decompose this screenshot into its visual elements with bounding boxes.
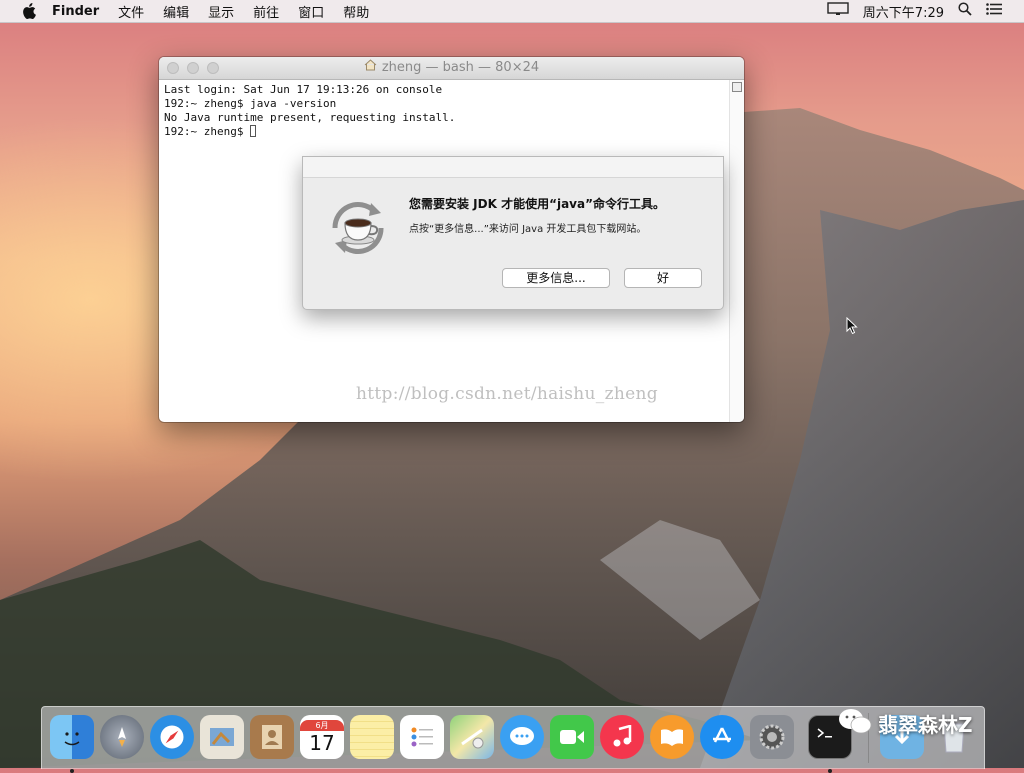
more-info-button[interactable]: 更多信息... bbox=[502, 268, 610, 288]
launchpad-icon[interactable] bbox=[100, 715, 144, 759]
ibooks-icon[interactable] bbox=[650, 715, 694, 759]
reminders-icon[interactable] bbox=[400, 715, 444, 759]
menu-go[interactable]: 前往 bbox=[253, 2, 279, 21]
terminal-line: No Java runtime present, requesting inst… bbox=[164, 111, 456, 124]
finder-running-indicator bbox=[70, 769, 74, 773]
dialog-sheet-top bbox=[303, 157, 723, 178]
terminal-line: 192:~ zheng$ java -version bbox=[164, 97, 337, 110]
menu-edit[interactable]: 编辑 bbox=[163, 2, 189, 21]
contacts-icon[interactable] bbox=[250, 715, 294, 759]
terminal-prompt: 192:~ zheng$ bbox=[164, 125, 251, 138]
terminal-titlebar[interactable]: zheng — bash — 80×24 bbox=[159, 57, 744, 80]
install-jdk-dialog: 您需要安装 JDK 才能使用“java”命令行工具。 点按“更多信息...”来访… bbox=[302, 156, 724, 310]
facetime-icon[interactable] bbox=[550, 715, 594, 759]
apple-icon[interactable] bbox=[20, 2, 38, 20]
home-folder-icon bbox=[364, 57, 377, 79]
zoom-button[interactable] bbox=[207, 62, 219, 74]
messages-icon[interactable] bbox=[500, 715, 544, 759]
menu-window[interactable]: 窗口 bbox=[298, 2, 324, 21]
dialog-message: 点按“更多信息...”来访问 Java 开发工具包下载网站。 bbox=[409, 224, 647, 235]
menu-bar: Finder 文件 编辑 显示 前往 窗口 帮助 周六下午7:29 bbox=[0, 0, 1024, 23]
system-preferences-icon[interactable] bbox=[750, 715, 794, 759]
app-store-icon[interactable] bbox=[700, 715, 744, 759]
notes-icon[interactable] bbox=[350, 715, 394, 759]
notification-center-icon[interactable] bbox=[986, 3, 1002, 19]
terminal-running-indicator bbox=[828, 769, 832, 773]
menu-clock[interactable]: 周六下午7:29 bbox=[863, 2, 944, 21]
menu-help[interactable]: 帮助 bbox=[343, 2, 369, 21]
spotlight-search-icon[interactable] bbox=[958, 2, 972, 20]
blog-watermark: http://blog.csdn.net/haishu_zheng bbox=[356, 384, 658, 404]
scrollbar-thumb[interactable] bbox=[732, 82, 742, 92]
ok-button[interactable]: 好 bbox=[624, 268, 702, 288]
terminal-title: zheng — bash — 80×24 bbox=[381, 60, 540, 75]
airplay-display-icon[interactable] bbox=[827, 2, 849, 20]
watermark-text: 翡翠森林Z bbox=[878, 712, 973, 737]
safari-icon[interactable] bbox=[150, 715, 194, 759]
calendar-month: 6月 bbox=[300, 719, 344, 731]
mouse-pointer-icon bbox=[846, 316, 858, 339]
social-watermark: 翡翠森林Z bbox=[838, 706, 973, 740]
terminal-scrollbar[interactable] bbox=[729, 80, 744, 422]
text-cursor bbox=[250, 125, 257, 137]
calendar-icon[interactable]: 6月 17 bbox=[300, 715, 344, 759]
terminal-line: Last login: Sat Jun 17 19:13:26 on conso… bbox=[164, 83, 443, 96]
menu-app-name[interactable]: Finder bbox=[52, 4, 99, 19]
close-button[interactable] bbox=[167, 62, 179, 74]
calendar-day: 17 bbox=[309, 730, 335, 755]
mail-icon[interactable] bbox=[200, 715, 244, 759]
menu-file[interactable]: 文件 bbox=[118, 2, 144, 21]
wechat-icon bbox=[838, 707, 872, 740]
finder-icon[interactable] bbox=[50, 715, 94, 759]
dialog-title: 您需要安装 JDK 才能使用“java”命令行工具。 bbox=[409, 197, 665, 211]
itunes-icon[interactable] bbox=[600, 715, 644, 759]
maps-icon[interactable] bbox=[450, 715, 494, 759]
menu-view[interactable]: 显示 bbox=[208, 2, 234, 21]
minimize-button[interactable] bbox=[187, 62, 199, 74]
java-coffee-icon bbox=[327, 197, 389, 259]
